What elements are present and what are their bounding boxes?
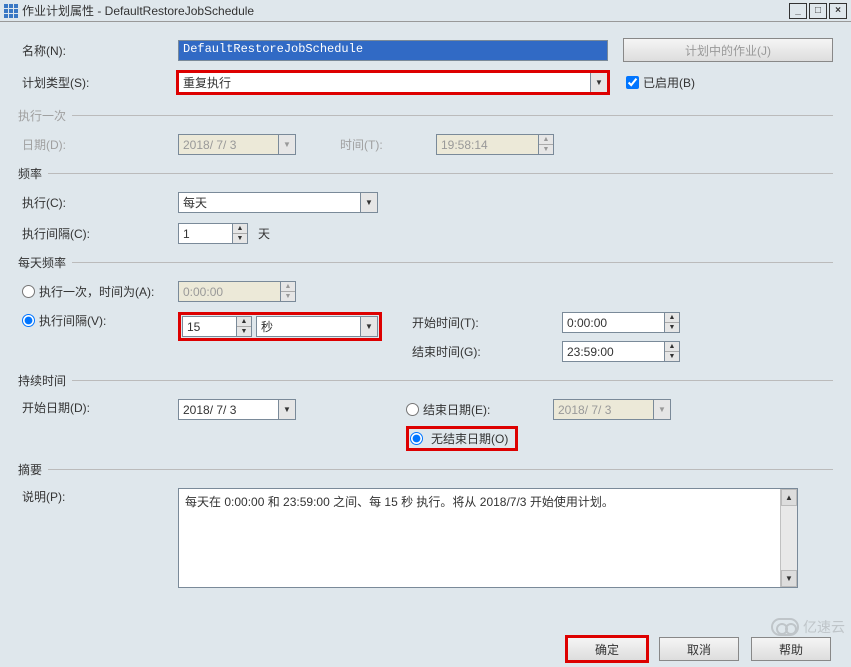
spin-up-icon: ▲ [539, 135, 553, 145]
dropdown-icon: ▼ [653, 400, 670, 419]
occurs-combo[interactable]: 每天 ▼ [178, 192, 378, 213]
section-daily-frequency: 每天频率 [18, 254, 833, 271]
cancel-button[interactable]: 取消 [659, 637, 739, 661]
name-label: 名称(N): [18, 42, 178, 59]
spin-up-icon[interactable]: ▲ [237, 317, 251, 327]
enabled-checkbox[interactable] [626, 76, 639, 89]
spin-up-icon[interactable]: ▲ [665, 313, 679, 323]
one-time-time-value: 19:58:14 [437, 135, 538, 154]
spin-down-icon: ▼ [539, 145, 553, 154]
spin-up-icon[interactable]: ▲ [233, 224, 247, 234]
occurs-once-label: 执行一次，时间为(A): [39, 283, 154, 300]
dropdown-icon[interactable]: ▼ [360, 193, 377, 212]
dropdown-icon: ▼ [278, 135, 295, 154]
schedule-type-value: 重复执行 [179, 74, 590, 91]
end-time-spinner[interactable]: 23:59:00 ▲▼ [562, 341, 680, 362]
spin-down-icon[interactable]: ▼ [237, 327, 251, 336]
scroll-up-icon[interactable]: ▲ [781, 489, 797, 506]
schedule-type-label: 计划类型(S): [18, 74, 178, 91]
spin-down-icon: ▼ [281, 292, 295, 301]
window-title: 作业计划属性 - DefaultRestoreJobSchedule [22, 2, 789, 19]
spin-down-icon[interactable]: ▼ [233, 234, 247, 243]
no-end-date-highlight: 无结束日期(O) [406, 426, 518, 451]
dropdown-icon[interactable]: ▼ [278, 400, 295, 419]
watermark: 亿速云 [771, 617, 845, 637]
title-bar: 作业计划属性 - DefaultRestoreJobSchedule _ □ × [0, 0, 851, 22]
jobs-in-schedule-button[interactable]: 计划中的作业(J) [623, 38, 833, 62]
scrollbar[interactable]: ▲ ▼ [780, 489, 797, 587]
spin-up-icon: ▲ [281, 282, 295, 292]
section-daily-freq-title: 每天频率 [18, 254, 72, 271]
name-input[interactable]: DefaultRestoreJobSchedule [178, 40, 608, 61]
section-one-time: 执行一次 [18, 107, 833, 124]
occurs-every-label: 执行间隔(V): [39, 312, 106, 329]
enabled-label: 已启用(B) [643, 74, 695, 91]
start-time-value: 0:00:00 [563, 313, 664, 332]
end-time-value: 23:59:00 [563, 342, 664, 361]
recurs-value: 1 [179, 224, 232, 243]
watermark-logo-icon [771, 618, 799, 636]
section-duration-title: 持续时间 [18, 372, 72, 389]
start-time-spinner[interactable]: 0:00:00 ▲▼ [562, 312, 680, 333]
occurs-once-option[interactable]: 执行一次，时间为(A): [18, 283, 178, 300]
one-time-date-label: 日期(D): [18, 136, 178, 153]
minimize-button[interactable]: _ [789, 3, 807, 19]
occurs-every-unit-combo[interactable]: 秒 ▼ [256, 316, 378, 337]
watermark-text: 亿速云 [803, 617, 845, 637]
ok-button[interactable]: 确定 [567, 637, 647, 661]
dropdown-icon[interactable]: ▼ [360, 317, 377, 336]
recurs-spinner[interactable]: 1 ▲▼ [178, 223, 248, 244]
schedule-icon [4, 4, 18, 18]
start-date-picker[interactable]: 2018/ 7/ 3 ▼ [178, 399, 296, 420]
section-summary-title: 摘要 [18, 461, 48, 478]
section-frequency: 频率 [18, 165, 833, 182]
end-time-label: 结束时间(G): [412, 343, 522, 360]
close-button[interactable]: × [829, 3, 847, 19]
occurs-value: 每天 [179, 194, 360, 211]
no-end-date-label: 无结束日期(O) [431, 430, 514, 447]
end-date-value: 2018/ 7/ 3 [554, 403, 653, 417]
occurs-label: 执行(C): [18, 194, 178, 211]
occurs-once-time-spinner: 0:00:00 ▲▼ [178, 281, 296, 302]
occurs-every-option[interactable]: 执行间隔(V): [18, 312, 178, 329]
dialog-footer: 确定 取消 帮助 [567, 637, 831, 661]
end-date-radio[interactable] [406, 403, 419, 416]
recurs-label: 执行间隔(C): [18, 225, 178, 242]
section-summary: 摘要 [18, 461, 833, 478]
description-textarea[interactable]: 每天在 0:00:00 和 23:59:00 之间、每 15 秒 执行。将从 2… [178, 488, 798, 588]
recurs-unit: 天 [258, 225, 270, 242]
one-time-time-spinner: 19:58:14 ▲▼ [436, 134, 554, 155]
occurs-once-radio[interactable] [22, 285, 35, 298]
start-date-label: 开始日期(D): [18, 399, 178, 416]
occurs-every-spinner[interactable]: 15 ▲▼ [182, 316, 252, 337]
spin-down-icon[interactable]: ▼ [665, 323, 679, 332]
end-date-label: 结束日期(E): [423, 401, 553, 418]
one-time-date-value: 2018/ 7/ 3 [179, 138, 278, 152]
section-frequency-title: 频率 [18, 165, 48, 182]
occurs-every-radio[interactable] [22, 314, 35, 327]
section-one-time-title: 执行一次 [18, 107, 72, 124]
one-time-date-picker: 2018/ 7/ 3 ▼ [178, 134, 296, 155]
dropdown-icon[interactable]: ▼ [590, 73, 607, 92]
end-date-picker: 2018/ 7/ 3 ▼ [553, 399, 671, 420]
no-end-date-radio[interactable] [410, 432, 423, 445]
occurs-every-highlight: 15 ▲▼ 秒 ▼ [178, 312, 382, 341]
occurs-every-value: 15 [183, 317, 236, 336]
spin-down-icon[interactable]: ▼ [665, 352, 679, 361]
start-date-value: 2018/ 7/ 3 [179, 403, 278, 417]
scroll-down-icon[interactable]: ▼ [781, 570, 797, 587]
description-value: 每天在 0:00:00 和 23:59:00 之间、每 15 秒 执行。将从 2… [185, 495, 614, 509]
section-duration: 持续时间 [18, 372, 833, 389]
help-button[interactable]: 帮助 [751, 637, 831, 661]
description-label: 说明(P): [18, 488, 178, 505]
schedule-type-combo[interactable]: 重复执行 ▼ [178, 72, 608, 93]
start-time-label: 开始时间(T): [412, 314, 522, 331]
maximize-button[interactable]: □ [809, 3, 827, 19]
one-time-time-label: 时间(T): [336, 136, 436, 153]
occurs-every-unit-value: 秒 [257, 318, 360, 335]
spin-up-icon[interactable]: ▲ [665, 342, 679, 352]
occurs-once-value-text: 0:00:00 [179, 282, 280, 301]
